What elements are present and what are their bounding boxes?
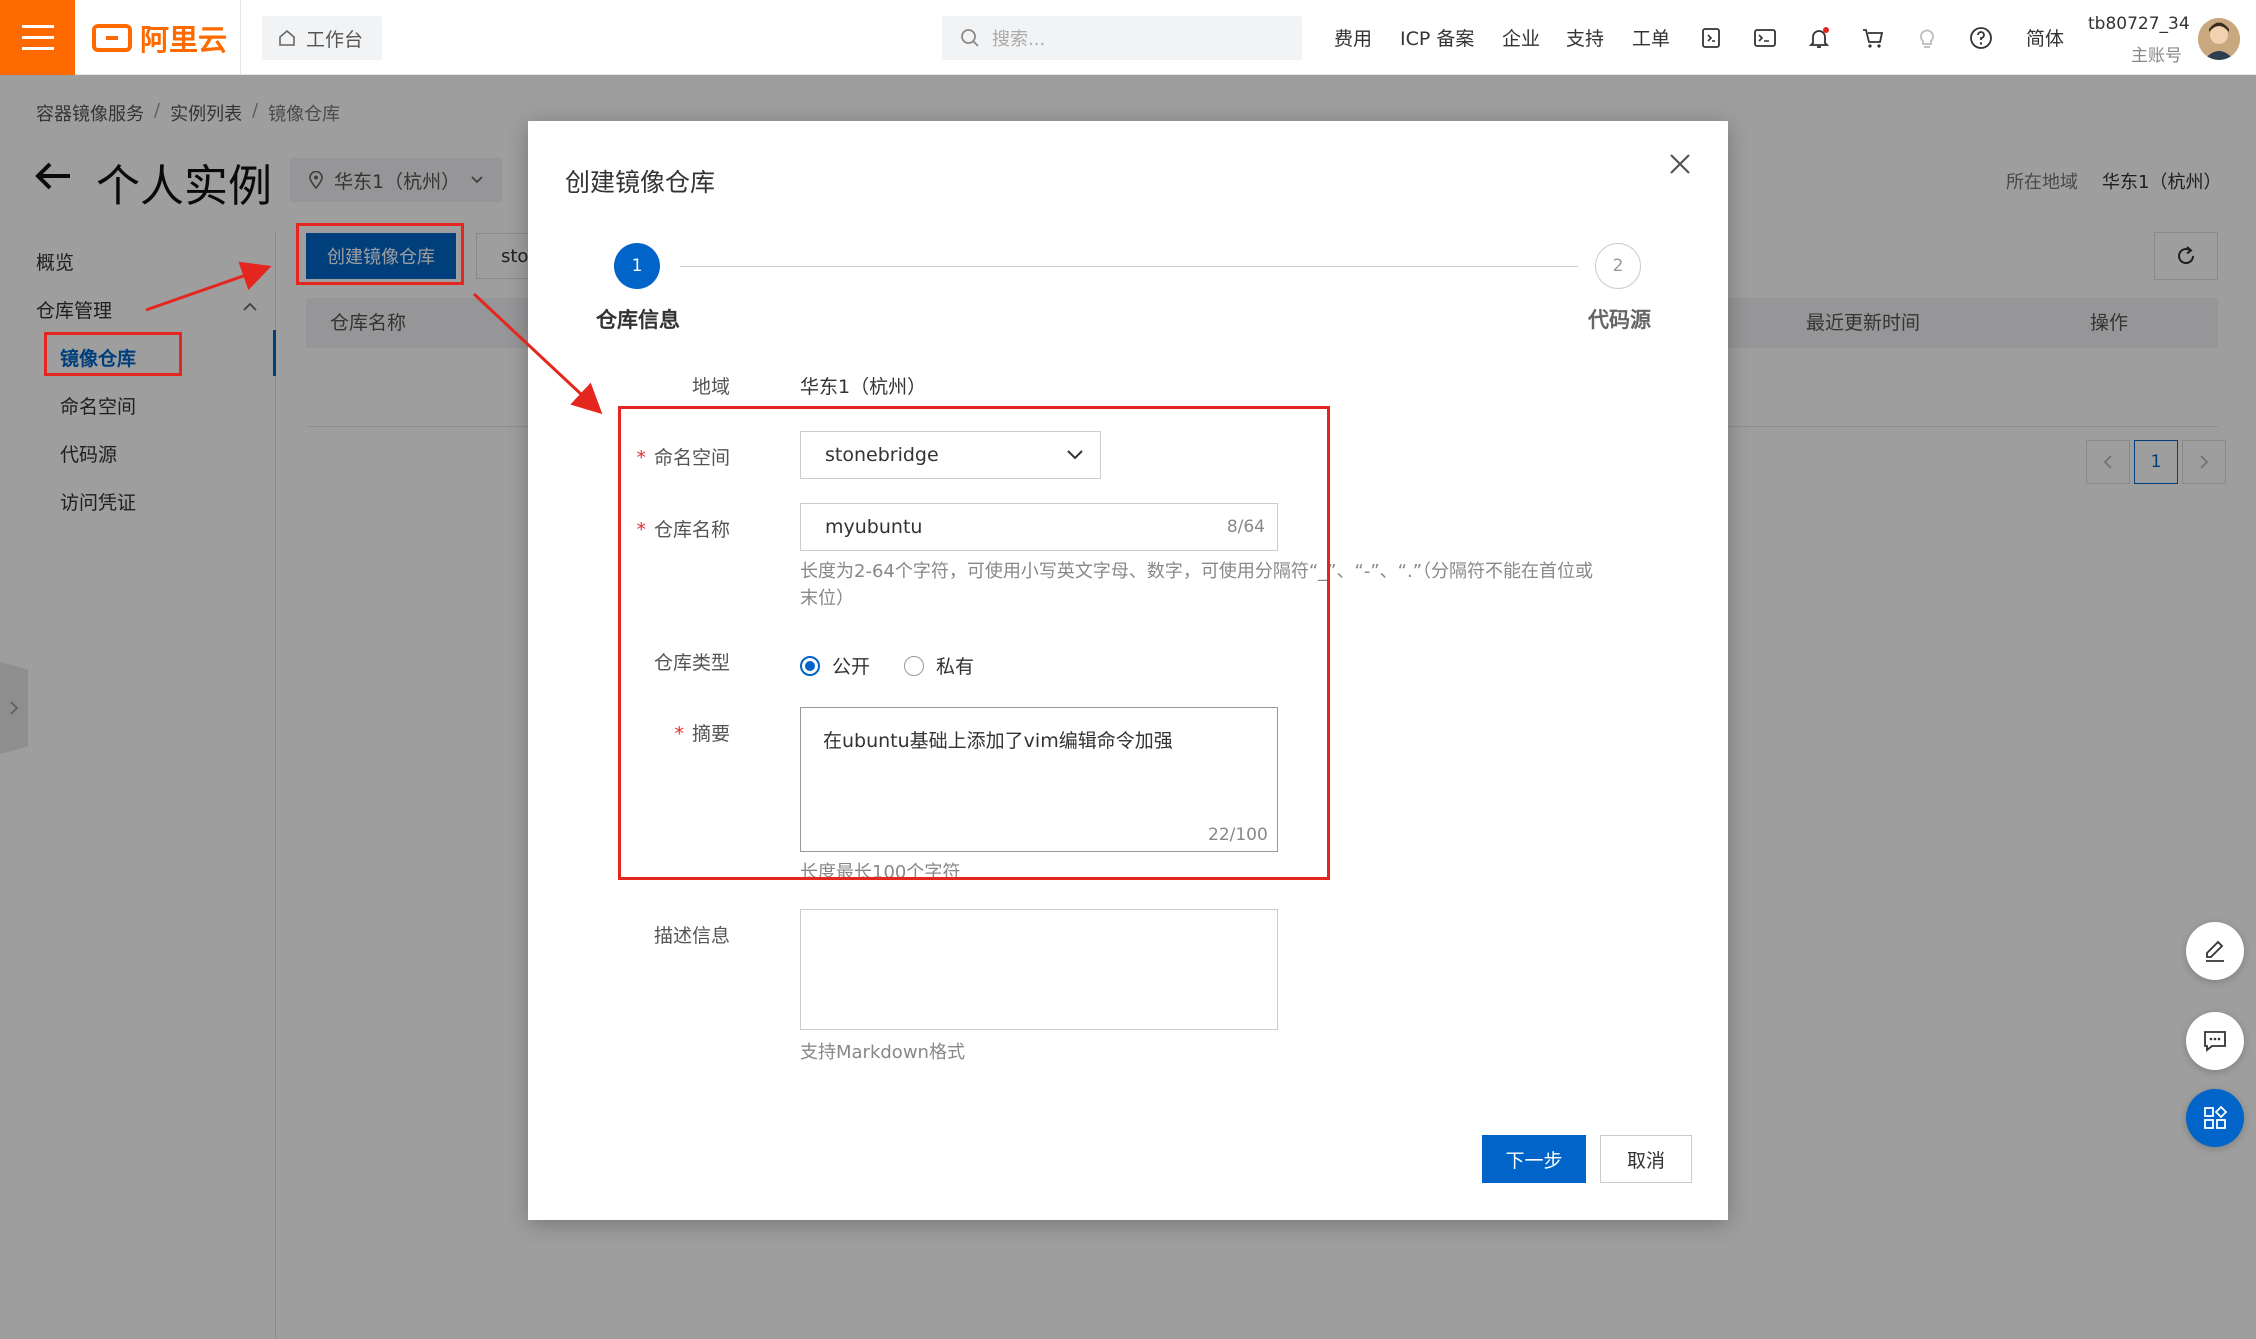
workbench-button[interactable]: 工作台: [262, 16, 382, 60]
region-field-label: 地域: [691, 376, 730, 398]
lightbulb-icon[interactable]: [1911, 22, 1943, 54]
menu-icon[interactable]: [0, 0, 75, 75]
language-switch[interactable]: 简体: [2026, 0, 2064, 75]
apps-icon: [2204, 1105, 2228, 1129]
brand-name: 阿里云: [140, 23, 228, 57]
region-field-value: 华东1（杭州）: [800, 376, 927, 398]
dialog-title: 创建镜像仓库: [565, 168, 716, 197]
step-connector: [680, 266, 1578, 267]
brand-logo[interactable]: 阿里云: [92, 18, 227, 58]
edit-float-button[interactable]: [2186, 922, 2244, 980]
step-2-indicator: 2: [1595, 243, 1641, 289]
step-1-label: 仓库信息: [596, 308, 680, 332]
apps-float-button[interactable]: [2186, 1089, 2244, 1147]
description-hint: 支持Markdown格式: [800, 1042, 965, 1063]
chat-icon: [2204, 1031, 2226, 1052]
account-type: 主账号: [2131, 46, 2182, 66]
cart-icon[interactable]: [1857, 22, 1889, 54]
terminal-icon[interactable]: [1749, 22, 1781, 54]
user-name[interactable]: tb80727_34: [2088, 14, 2190, 34]
home-icon: [279, 29, 295, 46]
help-icon[interactable]: [1965, 22, 1997, 54]
feedback-float-button[interactable]: [2186, 1012, 2244, 1070]
step-1-indicator: 1: [614, 243, 660, 289]
search-icon: [961, 29, 979, 47]
annotation-box-form: [618, 406, 1330, 880]
search-placeholder: 搜索...: [992, 29, 1046, 50]
description-textarea[interactable]: [800, 909, 1278, 1030]
aliyun-logo-icon: [92, 24, 132, 52]
close-icon[interactable]: [1662, 146, 1698, 182]
nav-ticket[interactable]: 工单: [1632, 0, 1670, 75]
annotation-box-sidebar: [44, 332, 182, 376]
step-2-label: 代码源: [1588, 308, 1651, 332]
edit-icon: [2206, 940, 2224, 962]
avatar[interactable]: [2198, 18, 2240, 60]
app-icon[interactable]: [1695, 22, 1727, 54]
cancel-button[interactable]: 取消: [1600, 1135, 1692, 1183]
description-field-label: 描述信息: [653, 925, 730, 947]
divider: [240, 0, 241, 75]
nav-support[interactable]: 支持: [1566, 0, 1604, 75]
bell-icon[interactable]: [1803, 22, 1835, 54]
next-step-button[interactable]: 下一步: [1482, 1135, 1586, 1183]
workbench-label: 工作台: [306, 28, 364, 51]
annotation-box-create-button: [296, 223, 464, 285]
nav-enterprise[interactable]: 企业: [1502, 0, 1540, 75]
search-input[interactable]: 搜索...: [942, 16, 1302, 60]
nav-icp[interactable]: ICP 备案: [1400, 0, 1474, 75]
nav-fees[interactable]: 费用: [1334, 0, 1372, 75]
